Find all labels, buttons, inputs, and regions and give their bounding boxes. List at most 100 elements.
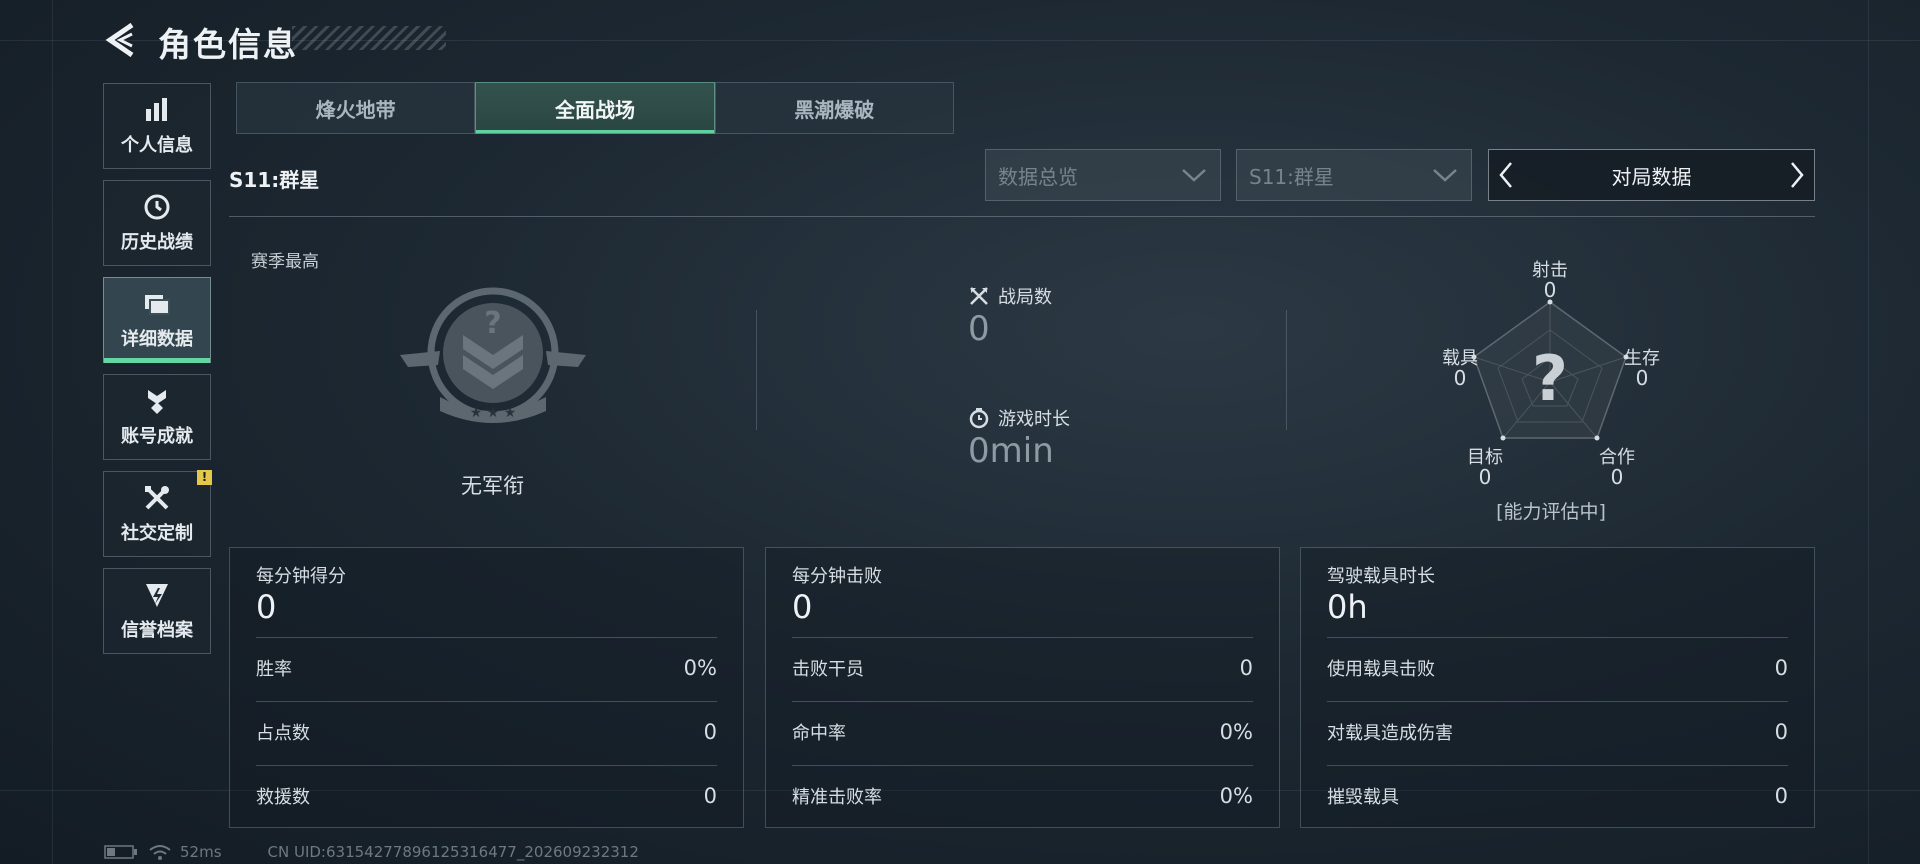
data-view-select[interactable]: 数据总览 [985,149,1221,201]
playtime-stat: 游戏时长 0min [968,405,1070,471]
status-footer: 52ms CN UID:631542778961253164​77_202609… [104,843,639,861]
stopwatch-icon [969,408,989,429]
radar-value-vehicle: 0 [1453,366,1467,390]
wifi-icon [149,845,171,860]
sidebar-item-personal-info[interactable]: 个人信息 [103,83,211,169]
row-label: 对载具造成伤害 [1327,723,1453,744]
radar-value-shooting: 0 [1543,278,1557,302]
panel-divider [792,765,1253,766]
vehicle-panel: 驾驶载具时长 0h 使用载具击败 0 对载具造成伤害 0 摧毁载具 0 [1300,547,1815,828]
playtime-value: 0min [968,431,1054,471]
bg-grid-line [1868,0,1869,864]
chevron-down-icon [1182,169,1206,182]
tab-full-battlefield[interactable]: 全面战场 [475,82,715,134]
player-uid: CN UID:631542778961253164​77_20260923231… [267,843,639,861]
section-divider [229,216,1815,217]
tab-dark-tide[interactable]: 黑潮爆破 [714,82,954,134]
svg-text:★ ★ ★: ★ ★ ★ [470,405,517,421]
crossed-swords-icon [970,287,988,305]
bar-chart-icon [146,98,167,121]
playtime-label: 游戏时长 [998,409,1070,430]
sidebar-item-social-custom[interactable]: 社交定制 ! [103,470,212,557]
row-value: 0 [703,784,717,808]
vertical-divider [1286,310,1287,430]
season-label: S11:群星 [229,168,320,192]
table-row: 救援数 0 [256,776,717,816]
panel-divider [1327,637,1788,638]
matches-label: 战局数 [998,287,1052,308]
panel-title: 驾驶载具时长 [1327,566,1435,587]
sidebar-item-label: 详细数据 [121,329,193,350]
radar-value-survival: 0 [1635,366,1649,390]
data-view-select-value: 数据总览 [998,164,1078,189]
credit-icon [146,584,168,607]
row-label: 胜率 [256,659,292,680]
page-title: 角色信息 [158,25,298,64]
table-row: 命中率 0% [792,712,1253,752]
panel-divider [256,765,717,766]
row-value: 0% [1219,784,1253,808]
chevron-right-icon [1791,162,1804,188]
table-row: 胜率 0% [256,648,717,688]
pager-next-button[interactable] [1780,149,1814,201]
row-value: 0% [1219,720,1253,744]
ability-radar-chart: ? [1471,299,1629,441]
panel-title: 每分钟击败 [792,566,882,587]
row-label: 使用载具击败 [1327,659,1435,680]
panel-divider [256,701,717,702]
row-value: 0 [1774,784,1788,808]
row-label: 摧毁载具 [1327,787,1399,808]
sidebar-item-label: 信誉档案 [121,620,193,641]
matches-stat: 战局数 0 [968,283,1052,349]
panel-divider [792,637,1253,638]
pager-prev-button[interactable] [1489,149,1523,201]
panel-value: 0 [256,588,277,626]
sidebar-item-label: 社交定制 [121,523,193,544]
folder-icon [145,295,170,315]
row-value: 0 [1239,656,1253,680]
panel-divider [256,637,717,638]
season-select[interactable]: S11:群星 [1236,149,1472,201]
rank-name: 无军衔 [461,474,524,498]
row-value: 0% [683,656,717,680]
sidebar-item-label: 历史战绩 [121,232,193,253]
chevron-left-icon [1499,162,1512,188]
panel-value: 0 [792,588,813,626]
sidebar-item-label: 个人信息 [121,135,193,156]
panel-title: 每分钟得分 [256,566,346,587]
score-panel: 每分钟得分 0 胜率 0% 占点数 0 救援数 0 [229,547,744,828]
sidebar-item-credit-record[interactable]: 信誉档案 [103,568,211,654]
row-value: 0 [1774,656,1788,680]
table-row: 使用载具击败 0 [1327,648,1788,688]
season-select-value: S11:群星 [1249,164,1334,189]
row-label: 占点数 [256,723,310,744]
sidebar-item-history[interactable]: 历史战绩 [103,180,211,266]
sidebar-item-achievements[interactable]: 账号成就 [103,374,211,460]
tab-warzone[interactable]: 烽火地带 [236,82,476,134]
table-row: 摧毁载具 0 [1327,776,1788,816]
panel-divider [792,701,1253,702]
table-row: 对载具造成伤害 0 [1327,712,1788,752]
back-arrow-icon[interactable] [104,22,138,58]
radar-value-objective: 0 [1478,465,1492,489]
table-row: 击败干员 0 [792,648,1253,688]
mode-tabs: 烽火地带 全面战场 黑潮爆破 [236,82,954,134]
tools-icon [145,486,169,510]
panel-value: 0h [1327,588,1368,626]
row-label: 命中率 [792,723,846,744]
panel-divider [1327,765,1788,766]
pager-label: 对局数据 [1611,164,1692,189]
kills-panel: 每分钟击败 0 击败干员 0 命中率 0% 精准击败率 0% [765,547,1280,828]
sidebar-item-detailed-data[interactable]: 详细数据 [103,277,211,363]
title-stripe-decoration [292,26,446,50]
history-icon [144,194,170,220]
row-label: 救援数 [256,787,310,808]
rank-emblem-icon: ? ★ ★ ★ [400,287,586,423]
data-pager: 对局数据 [1488,149,1815,201]
achievement-icon [148,390,166,414]
vertical-divider [756,310,757,430]
row-value: 0 [703,720,717,744]
panel-divider [1327,701,1788,702]
chevron-down-icon [1433,169,1457,182]
row-label: 精准击败率 [792,787,882,808]
